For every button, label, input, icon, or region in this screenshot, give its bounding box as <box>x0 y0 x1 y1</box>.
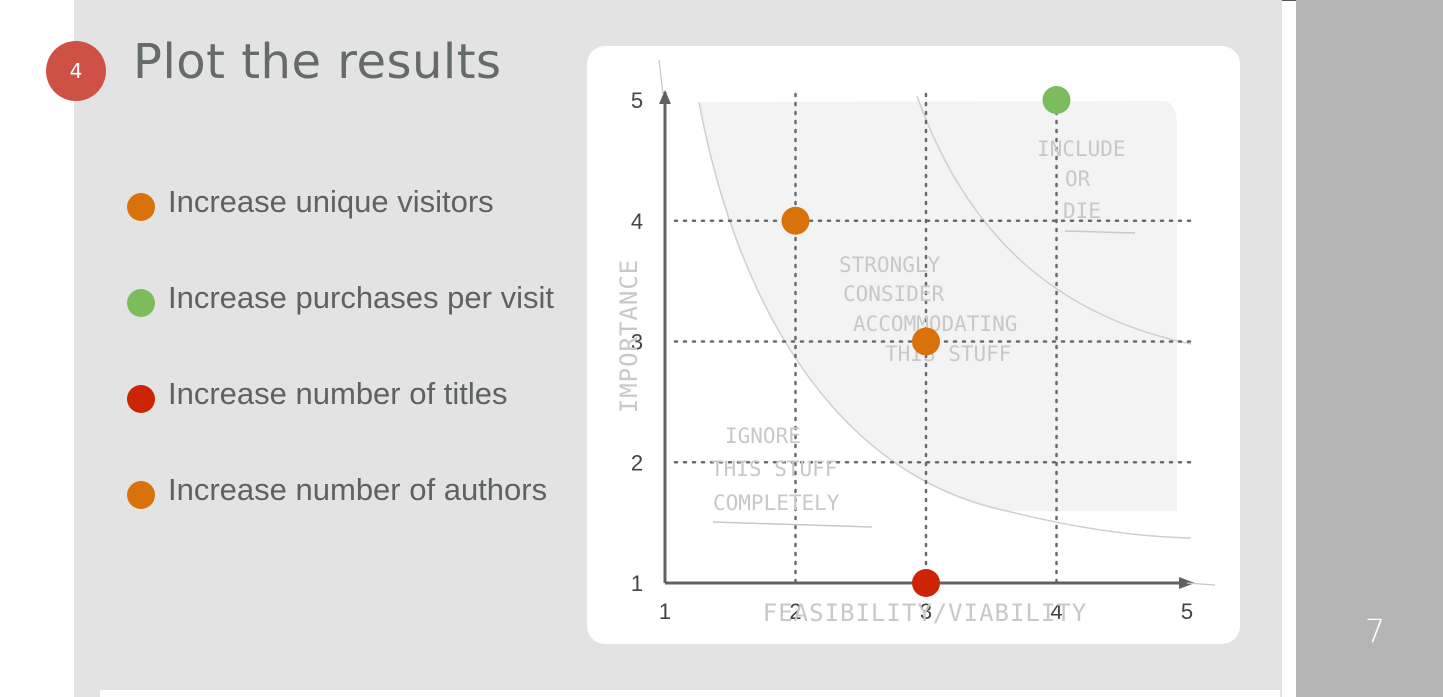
zone-annotation: CONSIDER <box>843 282 945 306</box>
data-point <box>912 327 940 356</box>
legend-label: Increase number of authors <box>168 472 548 507</box>
zone-annotation: COMPLETELY <box>713 491 840 515</box>
y-tick-label: 4 <box>631 209 643 234</box>
left-margin <box>0 0 74 697</box>
legend-label: Increase purchases per visit <box>168 280 554 315</box>
annotation-underline <box>712 521 873 528</box>
slide-title: Plot the results <box>133 34 502 90</box>
legend-dot-icon <box>127 193 155 221</box>
zone-annotation: STRONGLY <box>839 253 941 277</box>
scatter-chart: 1 2 3 4 512345FEASIBILITY/VIABILITYIMPORTANC… <box>615 59 1216 627</box>
legend-dot-icon <box>127 385 155 413</box>
legend-label: Increase number of titles <box>168 376 508 411</box>
y-axis-label: IMPORTANCE <box>615 259 643 414</box>
page-number: 7 <box>1364 612 1386 650</box>
zone-annotation: INCLUDE <box>1037 137 1126 161</box>
zone-annotation: THIS STUFF <box>885 342 1011 366</box>
legend-dot-icon <box>127 289 155 317</box>
x-axis-label: FEASIBILITY/VIABILITY <box>763 599 1087 627</box>
chart-card: 1 2 3 4 5 1 2 3 4 5 FEASIBILITY/VIABILITY IMPORTANC… <box>587 46 1240 644</box>
y-tick-label: 5 <box>631 88 643 113</box>
shaded-zone <box>699 101 1177 511</box>
bottom-scrollbar[interactable] <box>100 690 1280 697</box>
zone-annotation: THIS STUFF <box>711 457 837 481</box>
zone-annotation: IGNORE <box>725 424 801 448</box>
zone-annotation: DIE <box>1063 199 1101 223</box>
side-panel <box>1296 0 1443 697</box>
data-point <box>912 569 940 597</box>
sketch-stroke <box>658 59 664 95</box>
data-point <box>1042 86 1071 114</box>
x-tick-label: 5 <box>1181 599 1193 624</box>
y-axis-arrow <box>659 90 671 104</box>
y-tick-label: 1 <box>631 571 643 596</box>
legend-dot-icon <box>127 481 155 509</box>
zone-annotation: OR <box>1065 167 1091 191</box>
legend-label: Increase unique visitors <box>168 184 494 219</box>
step-badge: 4 <box>46 41 106 101</box>
x-tick-label: 1 <box>659 599 671 624</box>
y-tick-label: 2 <box>631 450 643 475</box>
data-point <box>781 206 810 235</box>
